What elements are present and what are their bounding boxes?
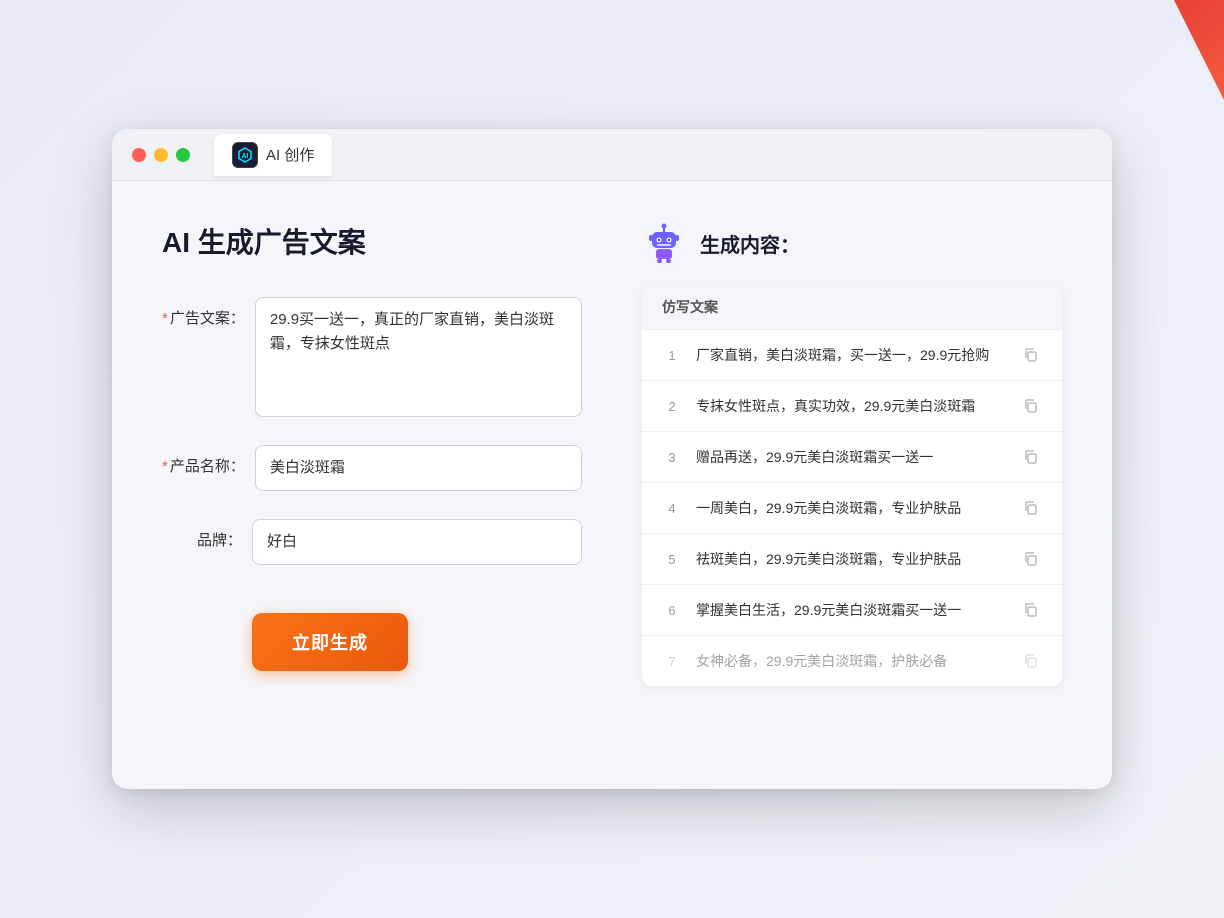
- ai-tab[interactable]: AI AI 创作: [214, 134, 332, 176]
- row-number: 2: [662, 399, 682, 414]
- page-title: AI 生成广告文案: [162, 221, 582, 261]
- table-row: 1 厂家直销，美白淡斑霜，买一送一，29.9元抢购: [642, 330, 1062, 381]
- result-table: 仿写文案 1 厂家直销，美白淡斑霜，买一送一，29.9元抢购 2 专抹女性斑点，真实…: [642, 285, 1062, 686]
- ad-copy-label: *广告文案：: [162, 297, 245, 328]
- copy-icon[interactable]: [1020, 497, 1042, 519]
- copy-icon[interactable]: [1020, 650, 1042, 672]
- row-number: 5: [662, 552, 682, 567]
- copy-icon[interactable]: [1020, 344, 1042, 366]
- right-panel: 生成内容： 仿写文案 1 厂家直销，美白淡斑霜，买一送一，29.9元抢购 2 专抹女…: [642, 221, 1062, 686]
- main-content: AI 生成广告文案 *广告文案： 29.9买一送一，真正的厂家直销，美白淡斑霜，…: [112, 181, 1112, 726]
- row-text: 厂家直销，美白淡斑霜，买一送一，29.9元抢购: [696, 345, 1006, 366]
- row-text: 专抹女性斑点，真实功效，29.9元美白淡斑霜: [696, 396, 1006, 417]
- result-rows-container: 1 厂家直销，美白淡斑霜，买一送一，29.9元抢购 2 专抹女性斑点，真实功效，29…: [642, 330, 1062, 686]
- row-number: 1: [662, 348, 682, 363]
- row-text: 女神必备，29.9元美白淡斑霜，护肤必备: [696, 651, 1006, 672]
- maximize-button[interactable]: [176, 148, 190, 162]
- ad-copy-group: *广告文案： 29.9买一送一，真正的厂家直销，美白淡斑霜，专抹女性斑点: [162, 297, 582, 417]
- copy-icon[interactable]: [1020, 548, 1042, 570]
- row-text: 祛斑美白，29.9元美白淡斑霜，专业护肤品: [696, 549, 1006, 570]
- table-row: 6 掌握美白生活，29.9元美白淡斑霜买一送一: [642, 585, 1062, 636]
- tab-label: AI 创作: [266, 144, 314, 165]
- required-star-1: *: [162, 310, 168, 327]
- app-window: AI AI 创作 AI 生成广告文案 *广告文案： 29.9买一送一，真正的厂家…: [112, 129, 1112, 789]
- robot-icon: [642, 221, 686, 265]
- traffic-lights: [132, 148, 190, 162]
- product-name-input[interactable]: [255, 445, 582, 491]
- row-number: 7: [662, 654, 682, 669]
- product-name-label: *产品名称：: [162, 445, 245, 476]
- table-row: 4 一周美白，29.9元美白淡斑霜，专业护肤品: [642, 483, 1062, 534]
- brand-input[interactable]: [252, 519, 582, 565]
- row-text: 一周美白，29.9元美白淡斑霜，专业护肤品: [696, 498, 1006, 519]
- table-row: 5 祛斑美白，29.9元美白淡斑霜，专业护肤品: [642, 534, 1062, 585]
- row-text: 赠品再送，29.9元美白淡斑霜买一送一: [696, 447, 1006, 468]
- result-header: 生成内容：: [642, 221, 1062, 265]
- product-name-group: *产品名称：: [162, 445, 582, 491]
- copy-icon[interactable]: [1020, 446, 1042, 468]
- ai-logo-icon: AI: [232, 142, 258, 168]
- required-star-2: *: [162, 458, 168, 475]
- left-panel: AI 生成广告文案 *广告文案： 29.9买一送一，真正的厂家直销，美白淡斑霜，…: [162, 221, 582, 686]
- ad-copy-input[interactable]: 29.9买一送一，真正的厂家直销，美白淡斑霜，专抹女性斑点: [255, 297, 582, 417]
- row-text: 掌握美白生活，29.9元美白淡斑霜买一送一: [696, 600, 1006, 621]
- copy-icon[interactable]: [1020, 395, 1042, 417]
- table-row: 7 女神必备，29.9元美白淡斑霜，护肤必备: [642, 636, 1062, 686]
- brand-group: 品牌：: [162, 519, 582, 565]
- minimize-button[interactable]: [154, 148, 168, 162]
- result-title: 生成内容：: [700, 229, 800, 258]
- svg-text:AI: AI: [242, 153, 249, 160]
- row-number: 4: [662, 501, 682, 516]
- close-button[interactable]: [132, 148, 146, 162]
- row-number: 3: [662, 450, 682, 465]
- generate-button[interactable]: 立即生成: [252, 613, 408, 671]
- table-row: 2 专抹女性斑点，真实功效，29.9元美白淡斑霜: [642, 381, 1062, 432]
- brand-label: 品牌：: [162, 519, 242, 550]
- table-header: 仿写文案: [642, 285, 1062, 330]
- row-number: 6: [662, 603, 682, 618]
- titlebar: AI AI 创作: [112, 129, 1112, 181]
- table-row: 3 赠品再送，29.9元美白淡斑霜买一送一: [642, 432, 1062, 483]
- copy-icon[interactable]: [1020, 599, 1042, 621]
